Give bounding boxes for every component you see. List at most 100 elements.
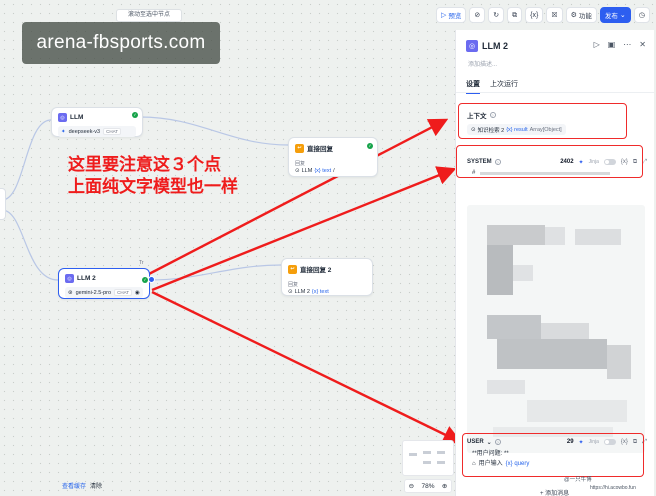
node-direct-reply[interactable]: ↩ 直接回复 回复 ⊙ LLM {x} text / ✓ bbox=[288, 137, 378, 177]
preview-label: 预览 bbox=[448, 13, 462, 20]
publish-button[interactable]: 发布 ⌄ bbox=[599, 7, 631, 23]
history-button[interactable]: ↻ bbox=[488, 7, 505, 23]
help-doc-icon[interactable]: ▣ bbox=[608, 40, 616, 49]
scroll-to-selected-button[interactable]: 滚动至选中节点 bbox=[116, 9, 182, 22]
watermark-overlay: arena-fbsports.com bbox=[22, 22, 220, 64]
history-icon: ↻ bbox=[493, 11, 500, 19]
clock-icon: ◷ bbox=[638, 11, 645, 19]
close-icon[interactable]: ✕ bbox=[639, 40, 646, 49]
redaction-block bbox=[487, 380, 525, 394]
panel-llm-icon: ◎ bbox=[466, 40, 478, 52]
ref-node-icon: ⊙ bbox=[295, 168, 300, 174]
edge-left-to-llm1 bbox=[1, 119, 52, 201]
node-llm2-title: LLM 2 bbox=[77, 275, 96, 282]
canvas-bottom-links: 查看缓存 清除 bbox=[62, 481, 102, 490]
llm2-node-icon: ◎ bbox=[65, 274, 74, 283]
redaction-block bbox=[487, 225, 545, 245]
node-reply2-ref-var: {x} text bbox=[311, 289, 329, 295]
view-cache-link[interactable]: 查看缓存 bbox=[62, 481, 86, 490]
node-llm-title: LLM bbox=[70, 114, 84, 121]
zoom-out-icon[interactable]: ⊖ bbox=[409, 482, 414, 490]
highlight-user-header bbox=[462, 433, 644, 477]
panel-title: LLM 2 bbox=[482, 41, 508, 51]
variables-button[interactable]: {x} bbox=[525, 7, 544, 23]
node-llm-badge: CHAT bbox=[103, 128, 122, 135]
deepseek-model-icon: ✦ bbox=[61, 128, 66, 135]
node-llm2-model: gemini-2.5-pro bbox=[75, 289, 112, 296]
node-llm-success-icon: ✓ bbox=[132, 112, 138, 118]
reply-node-icon: ↩ bbox=[295, 143, 304, 153]
box-icon: ☒ bbox=[551, 11, 558, 19]
tab-divider bbox=[456, 92, 654, 93]
credit-author: @一只牛博 bbox=[564, 477, 592, 483]
node-llm2-tag: Tr bbox=[139, 260, 144, 266]
highlight-system-header bbox=[456, 145, 643, 178]
features-label: 功能 bbox=[578, 13, 592, 20]
features-icon: ⚙ bbox=[570, 11, 577, 19]
redaction-block bbox=[497, 339, 607, 369]
annotation-line-1: 这里要注意这３个点 bbox=[68, 155, 221, 175]
llm-node-icon: ◎ bbox=[58, 113, 67, 122]
redaction-block bbox=[487, 245, 513, 295]
gemini-model-icon: ⊛ bbox=[68, 289, 73, 296]
node-llm2-badge: CHAT bbox=[114, 289, 132, 296]
node-llm-2[interactable]: ◎ LLM 2 ⊛ gemini-2.5-pro CHAT ◉ ✓ bbox=[58, 268, 150, 299]
minimap-drawing bbox=[409, 451, 445, 464]
edge-llm2-to-reply2 bbox=[149, 264, 282, 281]
chevron-down-icon: ⌄ bbox=[619, 11, 626, 19]
annotation-line-2: 上面纯文字模型也一样 bbox=[68, 177, 238, 197]
run-history-button[interactable]: ◷ bbox=[633, 7, 650, 23]
features-button[interactable]: ⚙ 功能 bbox=[565, 7, 597, 23]
clear-link[interactable]: 清除 bbox=[90, 481, 102, 490]
system-prompt-editor[interactable] bbox=[467, 205, 645, 453]
reply2-node-icon: ↩ bbox=[288, 264, 297, 274]
zoom-in-icon[interactable]: ⊕ bbox=[442, 482, 447, 490]
eye-icon: ◉ bbox=[135, 289, 140, 296]
highlight-context bbox=[458, 103, 627, 139]
node-reply2-label: 回复 bbox=[288, 282, 299, 288]
node-llm-model: deepseek-v3 bbox=[68, 128, 101, 135]
run-node-icon[interactable]: ▷ bbox=[594, 40, 600, 49]
redaction-block bbox=[575, 229, 621, 245]
checklist-icon: ⊘ bbox=[474, 11, 481, 19]
redaction-block bbox=[487, 315, 541, 339]
node-reply1-ref-var: {x} text bbox=[314, 168, 332, 174]
more-icon[interactable]: ⋯ bbox=[623, 40, 631, 49]
edge-llm1-to-reply1 bbox=[139, 116, 289, 146]
redaction-block bbox=[541, 323, 589, 339]
env-button[interactable]: ⧉ bbox=[507, 7, 523, 23]
redaction-block bbox=[607, 345, 631, 379]
node-reply1-ref-tail: / bbox=[333, 168, 335, 174]
annotation-text: 这里要注意这３个点 上面纯文字模型也一样 bbox=[68, 154, 238, 198]
node-direct-reply-2[interactable]: ↩ 直接回复 2 回复 ⊙ LLM 2 {x} text bbox=[281, 258, 373, 296]
canvas-minimap[interactable] bbox=[402, 440, 454, 476]
redaction-block bbox=[513, 265, 533, 281]
play-icon: ▷ bbox=[441, 11, 447, 19]
variables-icon: {x} bbox=[530, 11, 539, 19]
credit-url: https://hi.acowbo.fun bbox=[590, 485, 636, 491]
zoom-level: 78% bbox=[421, 482, 435, 490]
node-settings-panel: ◎ LLM 2 ▷ ▣ ⋯ ✕ 添加描述... 设置 上次运行 上下文 ? ⊙ … bbox=[455, 30, 654, 496]
ref2-node-icon: ⊙ bbox=[288, 289, 293, 295]
node-reply1-ref-node: LLM bbox=[301, 168, 313, 174]
left-edge-stub bbox=[0, 188, 6, 220]
add-message-button[interactable]: + 添加消息 bbox=[540, 488, 569, 496]
node-reply1-success-icon: ✓ bbox=[367, 143, 373, 149]
edge-left-to-llm2 bbox=[1, 209, 59, 281]
redaction-block bbox=[527, 400, 627, 422]
checklist-button[interactable]: ⊘ bbox=[469, 7, 486, 23]
node-llm2-output-handle[interactable] bbox=[148, 276, 155, 283]
preview-button[interactable]: ▷ 预览 bbox=[436, 7, 467, 23]
zoom-control[interactable]: ⊖ 78% ⊕ bbox=[404, 479, 452, 493]
env-icon: ⧉ bbox=[512, 11, 518, 19]
annotation-arrow-user bbox=[151, 290, 463, 444]
node-reply1-title: 直接回复 bbox=[307, 146, 333, 153]
node-reply1-label: 回复 bbox=[295, 161, 306, 167]
conversation-vars-button[interactable]: ☒ bbox=[546, 7, 563, 23]
node-reply2-title: 直接回复 2 bbox=[300, 267, 332, 274]
node-reply2-ref-node: LLM 2 bbox=[294, 289, 310, 295]
redaction-block bbox=[545, 227, 565, 245]
node-llm[interactable]: ◎ LLM ✦ deepseek-v3 CHAT ✓ bbox=[51, 107, 143, 137]
description-input[interactable]: 添加描述... bbox=[468, 59, 497, 68]
top-toolbar: ▷ 预览 ⊘ ↻ ⧉ {x} ☒ ⚙ 功能 发布 ⌄ ◷ bbox=[436, 6, 650, 24]
